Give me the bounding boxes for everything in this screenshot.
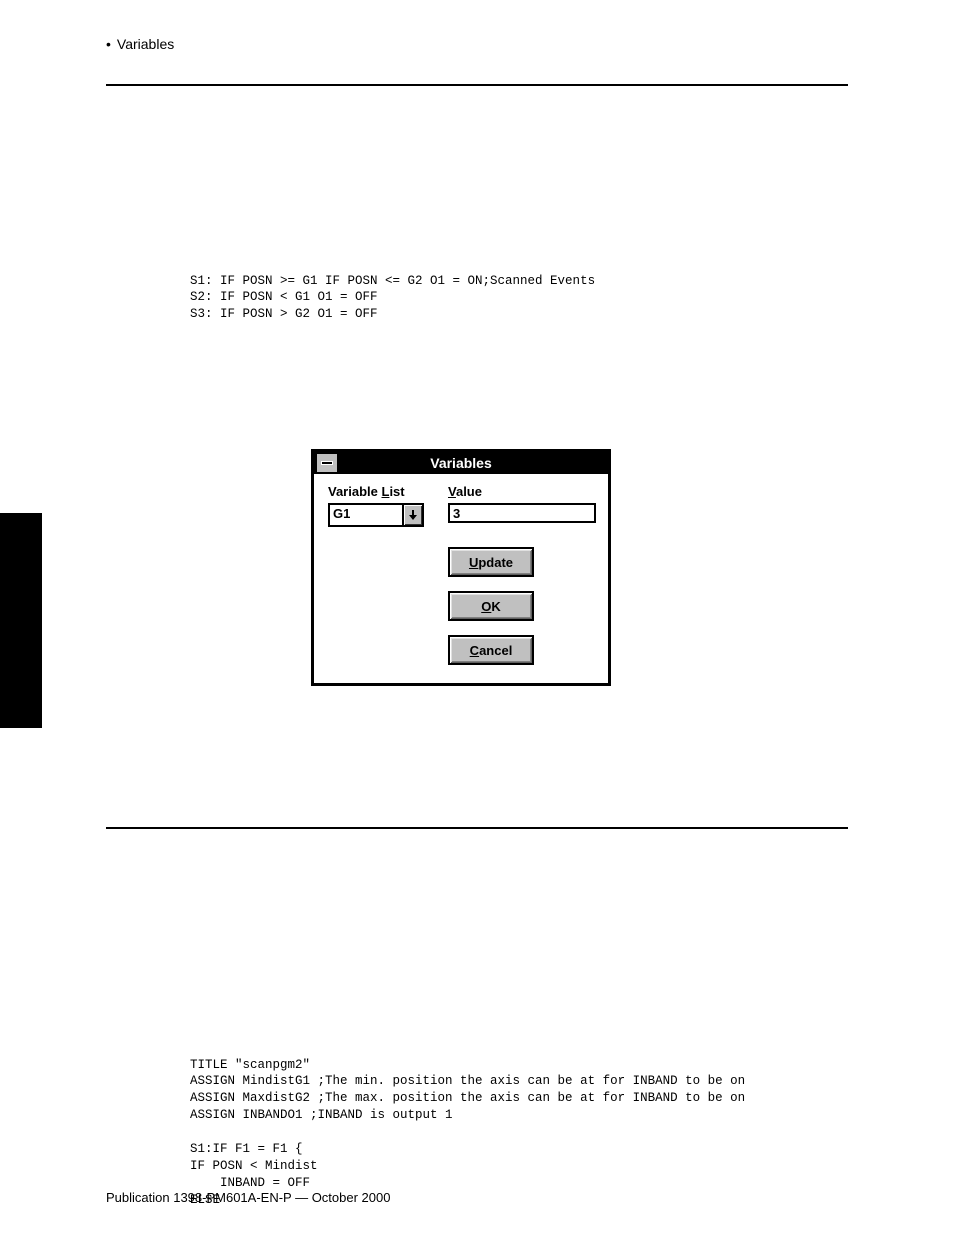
variables-dialog: Variables Variable List G1 <box>311 449 611 686</box>
value-label: Value <box>448 484 596 499</box>
cancel-button-text: ancel <box>479 643 512 658</box>
document-page: • Variables S1: IF POSN >= G1 IF POSN <= … <box>0 0 954 1235</box>
variable-list-selected[interactable]: G1 <box>330 505 402 525</box>
header-section-name: Variables <box>117 36 174 52</box>
cancel-button[interactable]: Cancel <box>448 635 534 665</box>
dialog-titlebar[interactable]: Variables <box>314 452 608 474</box>
value-column: Value 3 <box>448 484 596 523</box>
variable-list-label-pre: Variable <box>328 484 381 499</box>
system-menu-dash-icon <box>321 461 333 465</box>
chevron-down-icon <box>408 510 418 520</box>
ok-button-text: K <box>491 599 500 614</box>
section-divider <box>106 827 848 829</box>
system-menu-icon[interactable] <box>316 453 338 473</box>
cancel-button-mnemonic: C <box>470 643 479 658</box>
dialog-title: Variables <box>314 455 608 471</box>
value-label-mnemonic: V <box>448 484 456 499</box>
button-column: Update OK Cancel <box>448 547 596 665</box>
fields-row: Variable List G1 <box>328 484 596 527</box>
header-divider <box>106 84 848 86</box>
dialog-frame: Variables Variable List G1 <box>311 449 611 686</box>
dialog-body: Variable List G1 <box>314 474 608 683</box>
value-label-post: alue <box>456 484 482 499</box>
side-thumb-tab <box>0 513 42 728</box>
variable-list-column: Variable List G1 <box>328 484 448 527</box>
publication-footer: Publication 1398-PM601A-EN-P — October 2… <box>106 1190 390 1205</box>
page-header: • Variables <box>106 0 848 52</box>
update-button[interactable]: Update <box>448 547 534 577</box>
ok-button-mnemonic: O <box>481 599 491 614</box>
code-listing-scanned-events: S1: IF POSN >= G1 IF POSN <= G2 O1 = ON;… <box>190 273 595 324</box>
value-input[interactable]: 3 <box>448 503 596 523</box>
variable-list-label: Variable List <box>328 484 448 499</box>
code-listing-scanpgm2: TITLE "scanpgm2" ASSIGN MindistG1 ;The m… <box>190 1057 745 1209</box>
header-bullet: • <box>106 36 111 52</box>
update-button-text: pdate <box>478 555 513 570</box>
variable-list-label-post: ist <box>389 484 404 499</box>
variable-list-combobox[interactable]: G1 <box>328 503 424 527</box>
update-button-mnemonic: U <box>469 555 478 570</box>
combobox-dropdown-button[interactable] <box>402 505 422 525</box>
ok-button[interactable]: OK <box>448 591 534 621</box>
